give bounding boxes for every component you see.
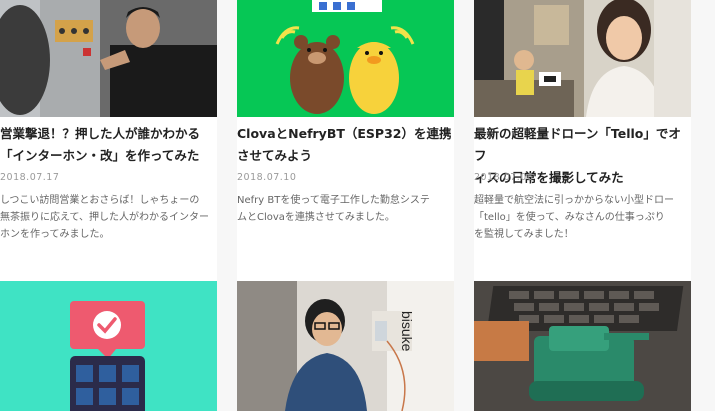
article-title[interactable]: 営業撃退！？押した人が誰かわかる 「インターホン・改」を作ってみた [0, 123, 217, 167]
article-card-row2-1[interactable] [0, 281, 217, 411]
article-card-row2-3[interactable] [474, 281, 691, 411]
article-excerpt: しつこい訪問営業とおさらば！しゃちょーの 無茶振りに応えて、押した人がわかるイン… [0, 195, 209, 240]
article-thumbnail-tello[interactable] [474, 0, 691, 117]
article-thumbnail-tank[interactable] [474, 281, 691, 411]
article-excerpt: 超軽量で航空法に引っかからない小型ドロー 「tello」を使って、みなさんの仕事… [474, 195, 674, 240]
sign-text: bisuke [399, 311, 415, 352]
article-thumbnail-intercom[interactable] [0, 0, 217, 117]
article-excerpt: Nefry BTを使って電子工作した勤怠システ ムとClovaを連携させてみまし… [237, 195, 430, 223]
article-thumbnail-clova[interactable] [237, 0, 454, 117]
article-card-tello[interactable]: 最新の超軽量ドローン「Tello」でオフ ィスの日常を撮影してみた 2018.0… [474, 0, 691, 285]
article-date: 2018.07.10 [237, 172, 297, 183]
article-thumbnail-person-device[interactable]: bisuke [237, 281, 454, 411]
article-card-intercom[interactable]: 営業撃退！？押した人が誰かわかる 「インターホン・改」を作ってみた 2018.0… [0, 0, 217, 285]
article-card-clova[interactable]: ClovaとNefryBT（ESP32）を連携 させてみよう 2018.07.1… [237, 0, 454, 285]
article-card-row2-2[interactable]: bisuke [237, 281, 454, 411]
article-date: 2018.07.17 [0, 172, 60, 183]
article-thumbnail-phone[interactable] [0, 281, 217, 411]
article-date: 2018.07.06 [474, 172, 534, 183]
article-title[interactable]: ClovaとNefryBT（ESP32）を連携 させてみよう [237, 123, 454, 167]
